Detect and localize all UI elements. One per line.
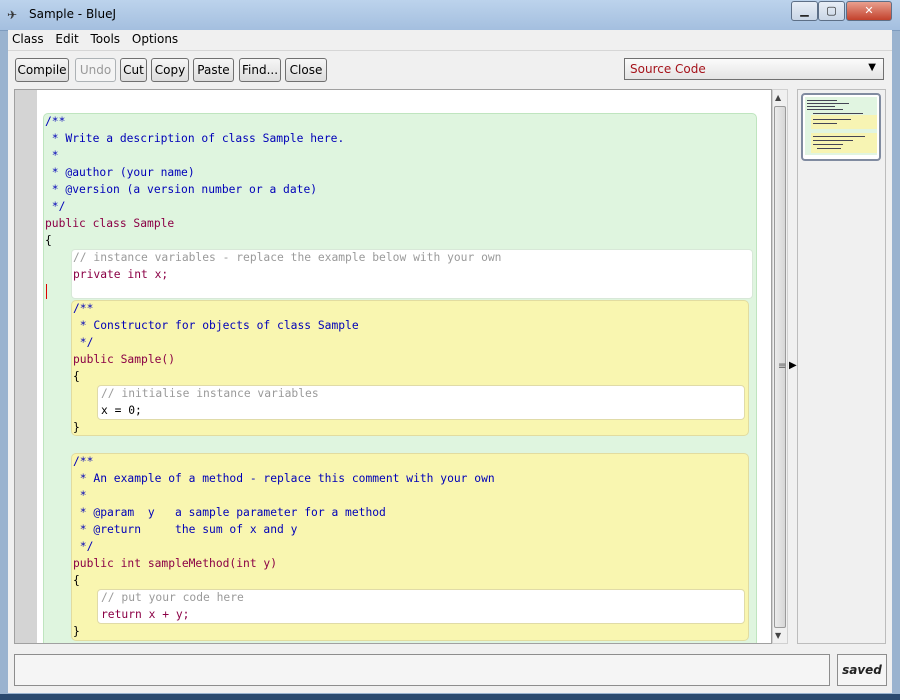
code-line: * @param y a sample parameter for a meth… — [73, 504, 386, 521]
menu-class[interactable]: Class — [8, 30, 48, 48]
code-line: */ — [73, 334, 93, 351]
code-line: */ — [73, 538, 93, 555]
menu-bar: Class Edit Tools Options — [8, 30, 892, 51]
toolbar: Compile Undo Cut Copy Paste Find... Clos… — [8, 51, 892, 87]
menu-edit[interactable]: Edit — [51, 30, 82, 48]
thumbnail-constructor-scope — [811, 115, 877, 129]
bluej-bird-icon: ✈ — [7, 8, 23, 22]
undo-button[interactable]: Undo — [75, 58, 116, 82]
scrollbar-thumb[interactable]: ≡ — [774, 106, 786, 628]
code-area[interactable]: /** * Write a description of class Sampl… — [15, 90, 771, 643]
navigation-view[interactable] — [797, 89, 886, 644]
dropdown-arrow-icon: ▼ — [868, 62, 876, 73]
code-line: x = 0; — [101, 402, 142, 419]
text-caret — [46, 284, 47, 299]
code-line: return x + y; — [101, 606, 189, 623]
code-line: { — [45, 232, 52, 249]
code-line: public class Sample — [45, 215, 174, 232]
code-line: } — [73, 419, 80, 436]
thumbnail-line — [813, 140, 853, 141]
thumbnail-line — [807, 100, 837, 101]
code-line: public int sampleMethod(int y) — [73, 555, 277, 572]
code-line: // instance variables - replace the exam… — [73, 249, 501, 266]
menu-tools[interactable]: Tools — [86, 30, 124, 48]
code-line: /** — [73, 453, 93, 470]
title-bar: ✈ Sample - BlueJ ▁ ▢ ✕ — [0, 0, 900, 31]
code-line: * @return the sum of x and y — [73, 521, 297, 538]
code-line: { — [73, 572, 80, 589]
code-editor[interactable]: /** * Write a description of class Sampl… — [14, 89, 772, 644]
minimize-button[interactable]: ▁ — [791, 1, 818, 21]
code-line: { — [73, 368, 80, 385]
code-line: * An example of a method - replace this … — [73, 470, 495, 487]
thumbnail-line — [813, 136, 865, 137]
code-line: private int x; — [73, 266, 168, 283]
thumbnail-line — [807, 106, 835, 107]
thumbnail-line — [817, 148, 841, 149]
code-line: // put your code here — [101, 589, 244, 606]
code-line: * — [45, 147, 59, 164]
taskbar-strip — [0, 694, 900, 700]
code-line: * @author (your name) — [45, 164, 195, 181]
code-line: * Constructor for objects of class Sampl… — [73, 317, 359, 334]
code-line: // initialise instance variables — [101, 385, 319, 402]
close-window-button[interactable]: ✕ — [846, 1, 892, 21]
find-button[interactable]: Find... — [239, 58, 281, 82]
close-button[interactable]: Close — [285, 58, 327, 82]
code-line: /** — [45, 113, 65, 130]
scroll-up-icon[interactable]: ▲ — [775, 93, 781, 102]
copy-button[interactable]: Copy — [151, 58, 189, 82]
code-line: */ — [45, 198, 65, 215]
code-line: * Write a description of class Sample he… — [45, 130, 344, 147]
maximize-button[interactable]: ▢ — [818, 1, 845, 21]
code-line: * — [73, 487, 87, 504]
saved-status: saved — [837, 654, 887, 686]
vertical-scrollbar[interactable]: ▲ ≡ ▼ — [772, 89, 788, 644]
window-title: Sample - BlueJ — [29, 7, 116, 21]
thumbnail-line — [813, 144, 843, 145]
compile-button[interactable]: Compile — [15, 58, 69, 82]
thumbnail-line — [813, 113, 863, 114]
thumbnail-line — [807, 109, 843, 110]
menu-options[interactable]: Options — [128, 30, 182, 48]
thumbnail-line — [807, 103, 849, 104]
collapse-arrow-icon[interactable]: ▶ — [789, 360, 797, 371]
code-line: public Sample() — [73, 351, 175, 368]
navigation-thumbnail[interactable] — [801, 93, 881, 161]
scroll-down-icon[interactable]: ▼ — [775, 631, 781, 640]
thumbnail-line — [813, 123, 837, 124]
code-line: /** — [73, 300, 93, 317]
status-message-area — [14, 654, 830, 686]
cut-button[interactable]: Cut — [120, 58, 147, 82]
paste-button[interactable]: Paste — [193, 58, 234, 82]
thumbnail-line — [813, 119, 851, 120]
grip-icon: ≡ — [778, 361, 786, 372]
code-line: } — [73, 623, 80, 640]
view-select-value: Source Code — [630, 62, 706, 76]
view-select[interactable]: Source Code ▼ — [624, 58, 884, 80]
code-line: * @version (a version number or a date) — [45, 181, 317, 198]
